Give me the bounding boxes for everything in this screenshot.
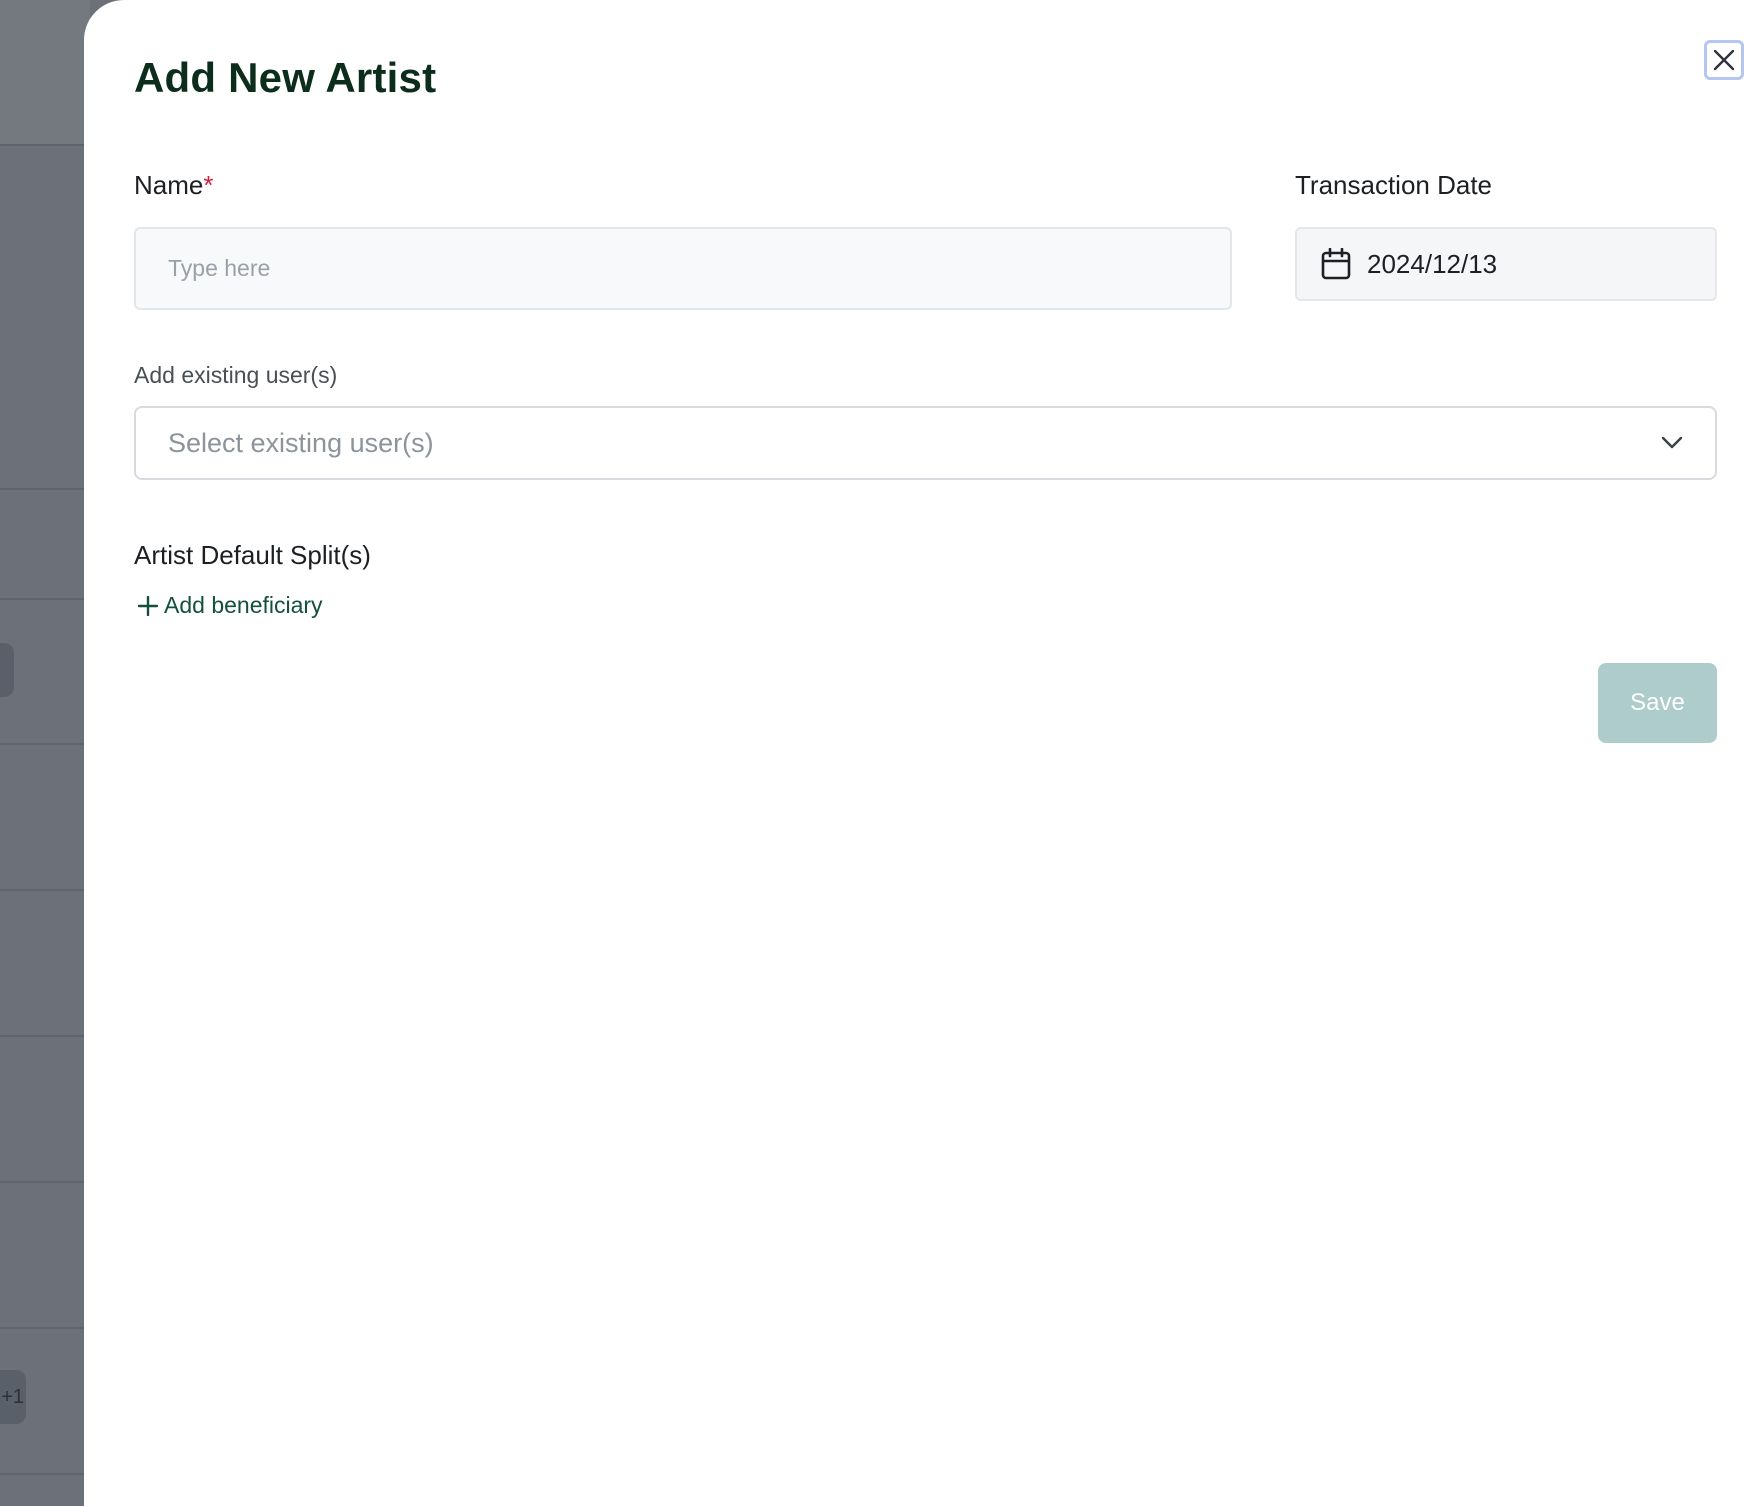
modal-title: Add New Artist: [134, 54, 437, 101]
background-header: [0, 0, 90, 144]
background-chip: +1: [0, 1370, 26, 1424]
add-artist-drawer: Add New Artist Name* Transaction Date 20…: [84, 0, 1764, 1506]
save-button[interactable]: Save: [1598, 663, 1717, 743]
background-chip: [0, 643, 14, 697]
name-label: Name*: [134, 170, 213, 201]
background-page-overlay: +1: [0, 0, 90, 1506]
add-beneficiary-label: Add beneficiary: [164, 592, 323, 618]
existing-users-placeholder: Select existing user(s): [168, 427, 434, 458]
name-input[interactable]: [134, 227, 1232, 310]
name-label-text: Name: [134, 170, 204, 200]
background-row-divider: [0, 1181, 90, 1183]
existing-users-select[interactable]: Select existing user(s): [134, 406, 1717, 480]
background-row-divider: [0, 598, 90, 600]
background-row-divider: [0, 1035, 90, 1037]
transaction-date-label: Transaction Date: [1295, 170, 1493, 200]
background-row-divider: [0, 144, 90, 146]
background-row-divider: [0, 1473, 90, 1475]
background-row-divider: [0, 743, 90, 745]
transaction-date-value: 2024/12/13: [1367, 248, 1498, 279]
required-mark: *: [203, 170, 214, 200]
add-beneficiary-link[interactable]: Add beneficiary: [138, 592, 323, 619]
background-row-divider: [0, 889, 90, 891]
existing-users-label: Add existing user(s): [134, 362, 338, 388]
background-row-divider: [0, 488, 90, 490]
close-button[interactable]: [1704, 40, 1744, 80]
close-icon: [1713, 49, 1735, 71]
plus-icon: [138, 595, 158, 616]
chevron-down-icon: [1661, 436, 1683, 449]
default-splits-heading: Artist Default Split(s): [134, 540, 371, 570]
transaction-date-picker[interactable]: 2024/12/13: [1295, 227, 1717, 301]
background-row-divider: [0, 1327, 90, 1329]
calendar-icon: [1321, 248, 1351, 280]
